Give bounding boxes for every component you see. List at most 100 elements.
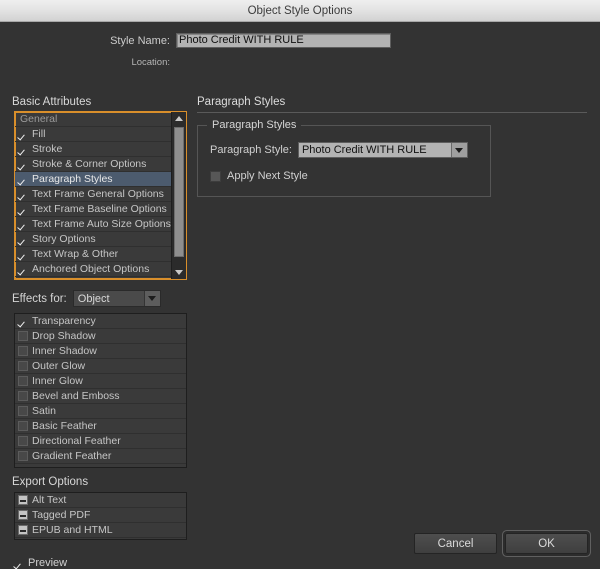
checkbox-empty-icon[interactable] <box>18 361 28 371</box>
basic-attribute-label: Stroke <box>32 143 63 155</box>
check-icon[interactable] <box>18 129 28 139</box>
check-icon[interactable] <box>18 316 28 326</box>
basic-attribute-row[interactable]: Stroke & Corner Options <box>15 157 171 172</box>
style-name-row: Style Name: <box>0 33 600 48</box>
paragraph-styles-group: Paragraph Styles Paragraph Style: Photo … <box>197 119 491 197</box>
checkbox-empty-icon[interactable] <box>18 331 28 341</box>
location-row: Location: <box>0 57 600 68</box>
check-icon[interactable] <box>18 144 28 154</box>
checkbox-empty-icon[interactable] <box>18 436 28 446</box>
check-icon[interactable] <box>18 174 28 184</box>
basic-attribute-row[interactable]: General <box>15 112 171 127</box>
checkbox-empty-icon[interactable] <box>18 451 28 461</box>
basic-attributes-list[interactable]: General Fill Stroke Stroke & Corner Options… <box>14 111 187 280</box>
checkbox-empty-icon[interactable] <box>18 346 28 356</box>
effect-row[interactable]: Basic Feather <box>15 419 186 434</box>
basic-attribute-label: Text Frame General Options <box>32 188 164 200</box>
apply-next-style-label: Apply Next Style <box>227 170 308 182</box>
scrollbar-thumb[interactable] <box>174 127 184 257</box>
effects-list[interactable]: Transparency Drop Shadow Inner Shadow Outer… <box>14 313 187 468</box>
export-option-label: EPUB and HTML <box>32 524 113 536</box>
basic-attribute-label: Stroke & Corner Options <box>32 158 147 170</box>
basic-attribute-row[interactable]: Text Wrap & Other <box>15 247 171 262</box>
basic-attribute-label: Text Wrap & Other <box>32 248 119 260</box>
check-icon[interactable] <box>18 204 28 214</box>
basic-attribute-row[interactable]: Text Frame Auto Size Options <box>15 217 171 232</box>
basic-attribute-row[interactable]: Anchored Object Options <box>15 262 171 277</box>
basic-attribute-row[interactable]: Fill <box>15 127 171 142</box>
basic-attribute-label: Text Frame Auto Size Options <box>32 218 171 230</box>
checkbox-empty-icon[interactable] <box>18 421 28 431</box>
style-name-label: Style Name: <box>110 34 170 47</box>
basic-attribute-row[interactable]: Text Frame General Options <box>15 187 171 202</box>
export-option-row[interactable]: Alt Text <box>15 493 186 508</box>
effect-row[interactable]: Bevel and Emboss <box>15 389 186 404</box>
basic-attribute-label: Story Options <box>32 233 96 245</box>
triangle-down-icon[interactable] <box>172 266 186 279</box>
paragraph-style-dropdown[interactable]: Photo Credit WITH RULE <box>297 142 468 158</box>
effect-label: Transparency <box>32 315 96 327</box>
effect-label: Outer Glow <box>32 360 86 372</box>
checkbox-empty-icon <box>210 170 221 182</box>
effect-row[interactable]: Directional Feather <box>15 434 186 449</box>
effect-label: Gradient Feather <box>32 450 112 462</box>
apply-next-style-checkbox[interactable]: Apply Next Style <box>210 170 478 182</box>
basic-attribute-label: General <box>20 113 58 125</box>
check-icon[interactable] <box>18 234 28 244</box>
checkbox-empty-icon[interactable] <box>18 391 28 401</box>
basic-attribute-label: Anchored Object Options <box>32 263 150 275</box>
window-titlebar: Object Style Options <box>0 0 600 22</box>
check-icon[interactable] <box>18 249 28 259</box>
check-icon[interactable] <box>18 159 28 169</box>
chevron-down-icon[interactable] <box>450 143 467 157</box>
paragraph-style-row: Paragraph Style: Photo Credit WITH RULE <box>210 142 478 158</box>
basic-attribute-row[interactable]: Story Options <box>15 232 171 247</box>
export-option-row[interactable]: EPUB and HTML <box>15 523 186 538</box>
effect-label: Satin <box>32 405 56 417</box>
export-option-label: Alt Text <box>32 494 67 506</box>
export-options-list[interactable]: Alt Text Tagged PDF EPUB and HTML <box>14 492 187 540</box>
paragraph-styles-legend: Paragraph Styles <box>207 119 302 131</box>
triangle-up-icon[interactable] <box>172 112 186 125</box>
effect-row[interactable]: Satin <box>15 404 186 419</box>
checkbox-empty-icon[interactable] <box>18 376 28 386</box>
check-icon[interactable] <box>18 189 28 199</box>
effect-row[interactable]: Transparency <box>15 314 186 329</box>
paragraph-style-label: Paragraph Style: <box>210 144 292 156</box>
paragraph-style-value: Photo Credit WITH RULE <box>301 144 427 156</box>
basic-attribute-row[interactable]: Paragraph Styles <box>15 172 171 187</box>
effect-label: Basic Feather <box>32 420 97 432</box>
effect-label: Bevel and Emboss <box>32 390 120 402</box>
panel-title: Paragraph Styles <box>197 96 587 113</box>
basic-attributes-scrollbar[interactable] <box>171 112 186 279</box>
export-option-row[interactable]: Tagged PDF <box>15 508 186 523</box>
check-icon[interactable] <box>18 219 28 229</box>
chevron-down-icon[interactable] <box>143 291 160 306</box>
dash-icon[interactable] <box>18 525 28 535</box>
style-name-input[interactable] <box>176 33 391 48</box>
preview-label: Preview <box>28 557 68 569</box>
effect-row[interactable]: Gradient Feather <box>15 449 186 464</box>
effect-row[interactable]: Inner Glow <box>15 374 186 389</box>
effects-for-row: Effects for: Object <box>12 290 161 307</box>
dash-icon[interactable] <box>18 510 28 520</box>
dash-icon[interactable] <box>18 495 28 505</box>
export-options-title: Export Options <box>12 476 89 488</box>
basic-attribute-row[interactable]: Stroke <box>15 142 171 157</box>
effects-for-dropdown[interactable]: Object <box>72 290 161 307</box>
effect-row[interactable]: Outer Glow <box>15 359 186 374</box>
effects-for-value: Object <box>77 292 110 305</box>
dialog-buttons: Cancel OK <box>414 533 588 554</box>
check-icon[interactable] <box>18 264 28 274</box>
dialog-body: Style Name: Location: Basic Attributes G… <box>0 22 600 569</box>
ok-button[interactable]: OK <box>505 533 588 554</box>
effect-row[interactable]: Inner Shadow <box>15 344 186 359</box>
effect-row[interactable]: Drop Shadow <box>15 329 186 344</box>
effect-label: Directional Feather <box>32 435 121 447</box>
basic-attribute-label: Text Frame Baseline Options <box>32 203 167 215</box>
checkbox-empty-icon[interactable] <box>18 406 28 416</box>
preview-checkbox[interactable]: Preview <box>14 557 67 569</box>
basic-attribute-row[interactable]: Text Frame Baseline Options <box>15 202 171 217</box>
basic-attributes-title: Basic Attributes <box>12 96 92 108</box>
cancel-button[interactable]: Cancel <box>414 533 497 554</box>
